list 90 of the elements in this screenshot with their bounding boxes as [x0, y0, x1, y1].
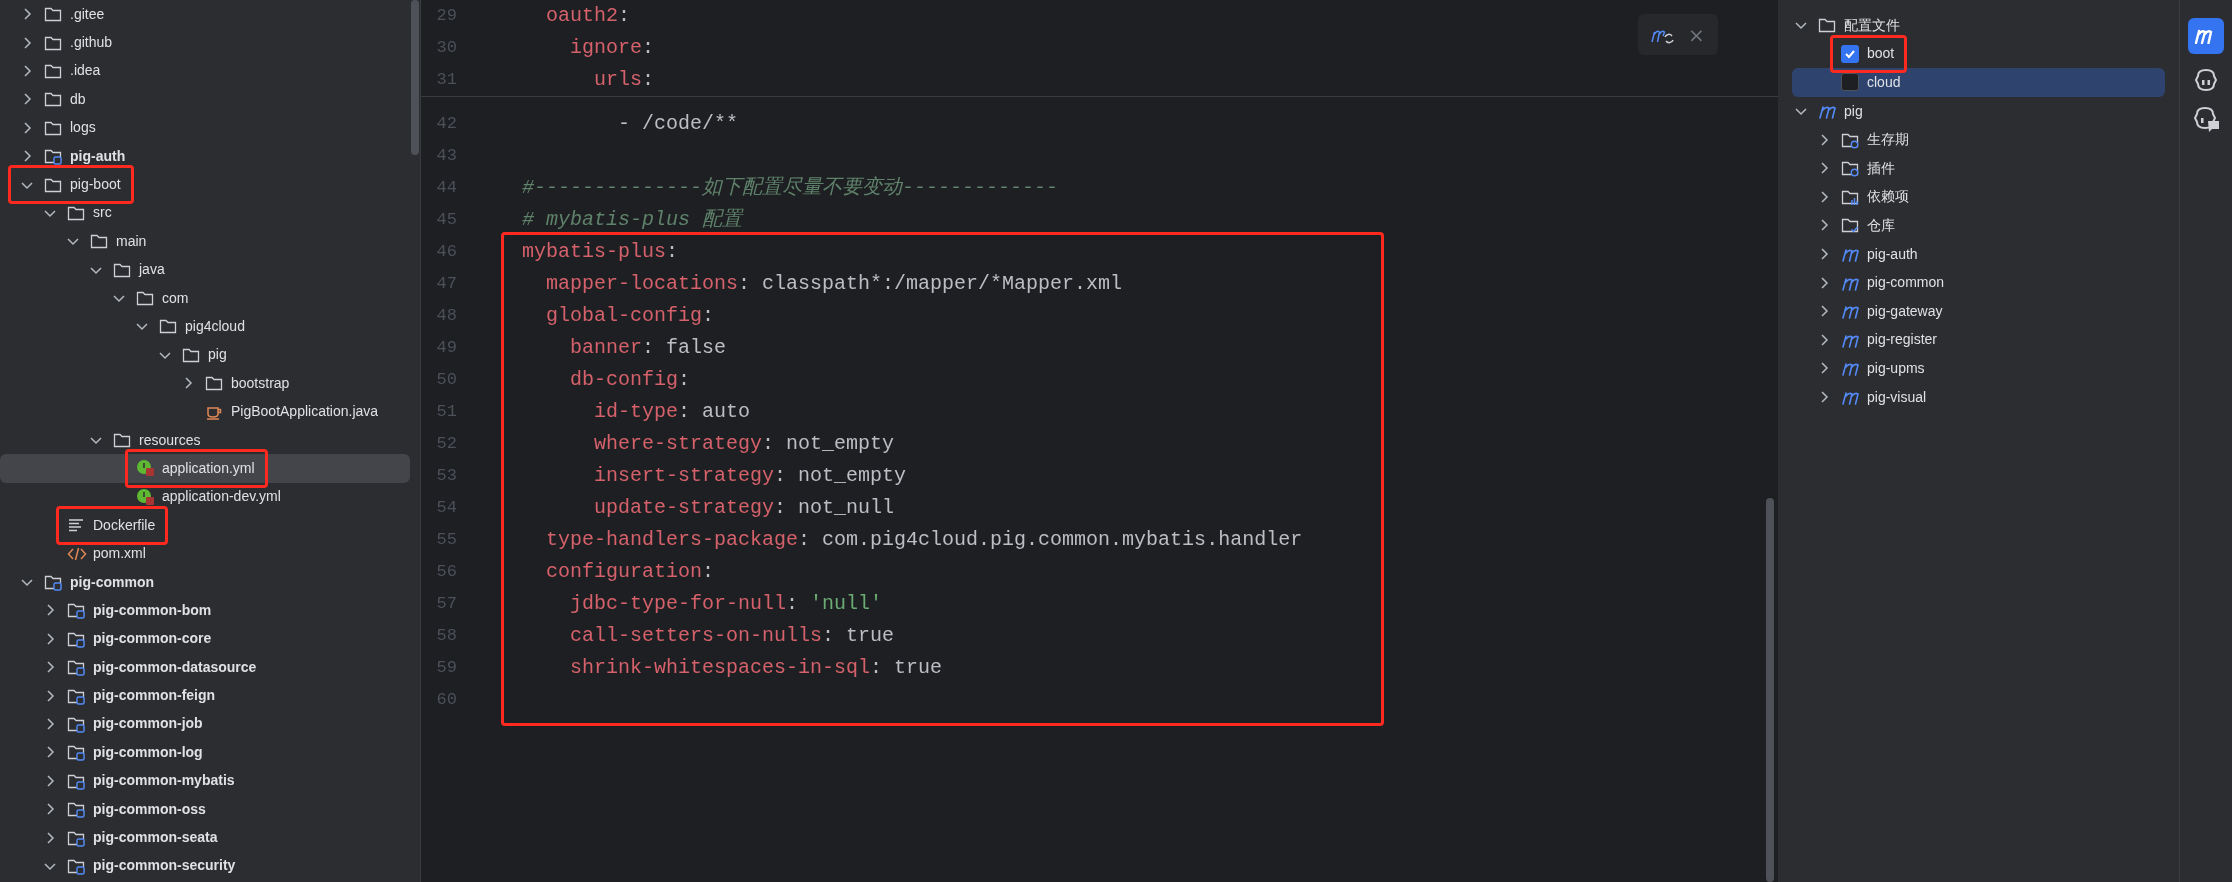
tree-item[interactable]: pig — [1778, 96, 2179, 126]
tree-item[interactable]: .gitee — [0, 0, 420, 29]
tree-item[interactable]: 依赖项 — [1778, 182, 2179, 212]
leaf-icon — [136, 486, 156, 507]
code-line: shrink-whitespaces-in-sql: true — [569, 655, 943, 681]
robot-chat-icon[interactable] — [2192, 106, 2220, 132]
module-folder-icon — [67, 743, 85, 762]
tree-item[interactable]: .idea — [0, 56, 420, 86]
module-folder-icon — [67, 658, 85, 677]
code-line: db-config: — [569, 367, 691, 393]
code-line: ignore: — [569, 35, 655, 61]
tree-item[interactable]: .github — [0, 28, 420, 57]
module-folder-icon — [44, 573, 62, 591]
tree-item[interactable]: application.yml — [0, 454, 410, 483]
tree-item[interactable]: pig-auth — [1778, 239, 2179, 269]
tree-item[interactable]: pig-common-datasource — [0, 653, 420, 682]
folder-icon — [159, 317, 177, 336]
code-line: urls: — [593, 67, 655, 93]
tree-item[interactable]: pig-common-mybatis — [0, 766, 420, 795]
leaf-icon — [136, 458, 156, 479]
code-line: where-strategy: not_empty — [593, 431, 895, 457]
code-line: - /code/** — [617, 111, 739, 137]
tree-item[interactable]: resources — [0, 425, 420, 455]
tree-item[interactable]: src — [0, 198, 420, 228]
code-line: update-strategy: not_null — [593, 495, 895, 521]
folder-icon — [44, 5, 62, 24]
tree-item[interactable]: main — [0, 227, 420, 256]
code-line: configuration: — [545, 559, 715, 585]
tree-item[interactable]: pig — [0, 340, 420, 370]
tree-item[interactable]: java — [0, 255, 420, 284]
gear-folder-icon — [1841, 159, 1859, 178]
tree-item[interactable]: cloud — [1792, 68, 2165, 97]
code-line: banner: false — [569, 335, 727, 361]
module-folder-icon — [44, 147, 62, 166]
tree-item[interactable]: pig-common-security — [0, 851, 420, 881]
module-folder-icon — [67, 601, 85, 620]
tree-item[interactable]: pig-common-seata — [0, 823, 420, 852]
tree-item[interactable]: pig-common — [0, 567, 420, 597]
tree-item[interactable]: bootstrap — [0, 369, 420, 398]
tree-item[interactable]: logs — [0, 113, 420, 142]
code-line: # mybatis-plus 配置 — [522, 207, 743, 233]
tree-item[interactable]: pig-common-core — [0, 624, 420, 653]
tree-item[interactable]: 生存期 — [1778, 125, 2179, 154]
tree-item[interactable]: 插件 — [1778, 153, 2179, 183]
check-folder-icon — [1841, 216, 1859, 235]
robot-icon[interactable] — [2193, 68, 2219, 92]
code-line: oauth2: — [545, 3, 631, 29]
scrollbar-thumb[interactable] — [1766, 498, 1774, 882]
code-line: type-handlers-package: com.pig4cloud.pig.common.mybatis.handler — [545, 527, 1303, 553]
code-line: #--------------如下配置尽量不要变动------------- — [522, 175, 1059, 201]
folder-icon — [136, 289, 154, 308]
maven-tool-button[interactable] — [2188, 18, 2224, 54]
tree-item[interactable]: pig-visual — [1778, 382, 2179, 412]
tree-item[interactable]: pig-common-oss — [0, 794, 420, 824]
tree-item[interactable]: pig-auth — [0, 141, 420, 171]
code-line: call-setters-on-nulls: true — [569, 623, 895, 649]
code-line: global-config: — [545, 303, 715, 329]
tree-item[interactable]: db — [0, 85, 420, 114]
tree-item[interactable]: pig-common — [1778, 268, 2179, 297]
tree-item[interactable]: pig-boot — [0, 170, 420, 199]
checkbox[interactable] — [1841, 73, 1859, 92]
tree-item[interactable]: application-dev.yml — [0, 482, 420, 512]
module-folder-icon — [67, 800, 85, 819]
tree-item[interactable]: boot — [1778, 39, 2179, 69]
tree-item[interactable]: com — [0, 283, 420, 313]
tree-item[interactable]: Dockerfile — [0, 511, 420, 540]
code-line: jdbc-type-for-null: 'null' — [569, 591, 883, 617]
folder-icon — [44, 90, 62, 109]
folder-icon — [1818, 16, 1836, 35]
tree-item[interactable]: pig4cloud — [0, 312, 420, 341]
tree-item[interactable]: 配置文件 — [1778, 11, 2179, 40]
tree-item[interactable]: PigBootApplication.java — [0, 397, 420, 426]
code-line: mapper-locations: classpath*:/mapper/*Mapper.xml — [545, 271, 1123, 297]
checkbox[interactable] — [1841, 44, 1859, 63]
tree-item[interactable]: pig-common-job — [0, 709, 420, 739]
tree-item[interactable]: pig-common-log — [0, 738, 420, 767]
tree-item[interactable]: pig-gateway — [1778, 296, 2179, 326]
folder-icon — [90, 232, 108, 251]
tree-item[interactable]: pig-common-bom — [0, 596, 420, 625]
folder-icon — [113, 431, 131, 450]
tree-item[interactable]: pom.xml — [0, 539, 420, 568]
folder-icon — [205, 374, 223, 393]
tree-item[interactable]: pig-common-feign — [0, 681, 420, 710]
tree-item[interactable]: pig-register — [1778, 325, 2179, 355]
tree-item[interactable]: 仓库 — [1778, 211, 2179, 240]
code-line: mybatis-plus: — [522, 239, 679, 265]
scrollbar-thumb[interactable] — [411, 0, 419, 155]
code-line: id-type: auto — [593, 399, 751, 425]
tree-item[interactable]: pig-upms — [1778, 354, 2179, 383]
code-line: insert-strategy: not_empty — [593, 463, 907, 489]
